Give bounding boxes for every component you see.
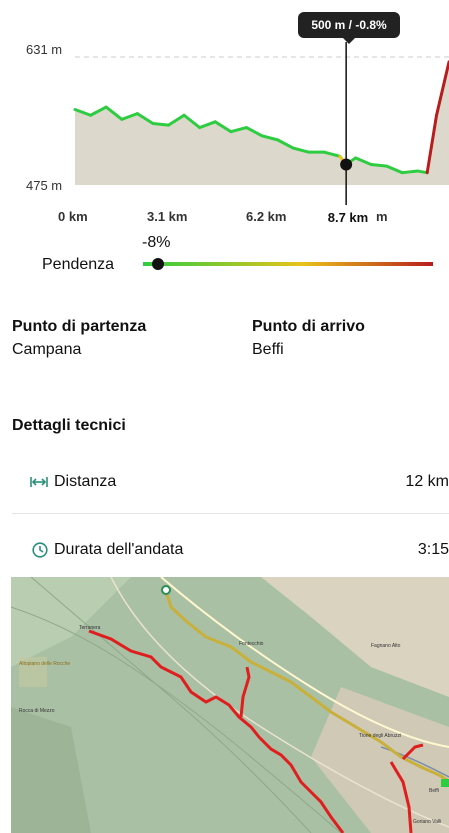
map-label-tione: Tione degli Abruzzi xyxy=(359,733,401,739)
distance-label: Distanza xyxy=(54,473,117,490)
y-axis-max-label: 631 m xyxy=(26,42,63,57)
map-label-fontecchio: Fontecchio xyxy=(239,641,264,647)
distance-icon xyxy=(30,475,48,489)
elevation-tooltip: 500 m / -0.8% xyxy=(298,12,400,38)
tooltip-pointer xyxy=(343,38,355,44)
x-tick-1: 3.1 km xyxy=(147,209,188,224)
end-point-value: Beffi xyxy=(252,341,284,358)
map-label-altopiano: Altopiano delle Rocche xyxy=(19,661,70,667)
technical-details-title: Dettagli tecnici xyxy=(12,417,126,434)
cursor-distance-label: 8.7 km xyxy=(321,206,375,228)
distance-row: Distanza 12 km xyxy=(12,454,449,510)
route-map[interactable]: Terranera Rocca di Mezzo Altopiano delle… xyxy=(11,577,449,833)
slope-gradient-bar[interactable] xyxy=(140,255,435,273)
cursor-point[interactable] xyxy=(340,158,353,171)
map-label-rocca-di-mezzo: Rocca di Mezzo xyxy=(19,708,55,714)
duration-label: Durata dell'andata xyxy=(54,541,184,558)
map-label-beffi: Beffi xyxy=(429,788,439,794)
elevation-segment xyxy=(369,162,389,168)
slope-label: Pendenza xyxy=(42,256,115,273)
x-tick-2: 6.2 km xyxy=(246,209,287,224)
elevation-segment xyxy=(400,169,420,175)
divider xyxy=(12,513,449,514)
start-point-value: Campana xyxy=(12,341,82,358)
start-point-label: Punto di partenza xyxy=(12,318,147,335)
start-marker[interactable] xyxy=(161,585,171,595)
end-point-label: Punto di arrivo xyxy=(252,318,365,335)
distance-value: 12 km xyxy=(405,473,449,490)
map-label-goriano: Goriano Valli xyxy=(413,819,441,825)
duration-value: 3:15 xyxy=(417,541,449,558)
elevation-segment xyxy=(151,121,170,127)
map-label-terranera: Terranera xyxy=(79,625,101,631)
slope-marker[interactable] xyxy=(152,258,164,270)
clock-icon xyxy=(32,542,48,558)
y-axis-min-label: 475 m xyxy=(26,178,63,193)
map-canvas[interactable]: Terranera Rocca di Mezzo Altopiano delle… xyxy=(11,577,449,833)
duration-row: Durata dell'andata 3:15 xyxy=(12,522,449,578)
x-tick-0: 0 km xyxy=(58,209,88,224)
map-label-fagnano: Fagnano Alto xyxy=(371,643,401,649)
end-marker[interactable] xyxy=(441,779,449,787)
elevation-area xyxy=(75,61,449,185)
x-tick-3: m xyxy=(376,209,388,224)
slope-value: -8% xyxy=(142,234,171,251)
